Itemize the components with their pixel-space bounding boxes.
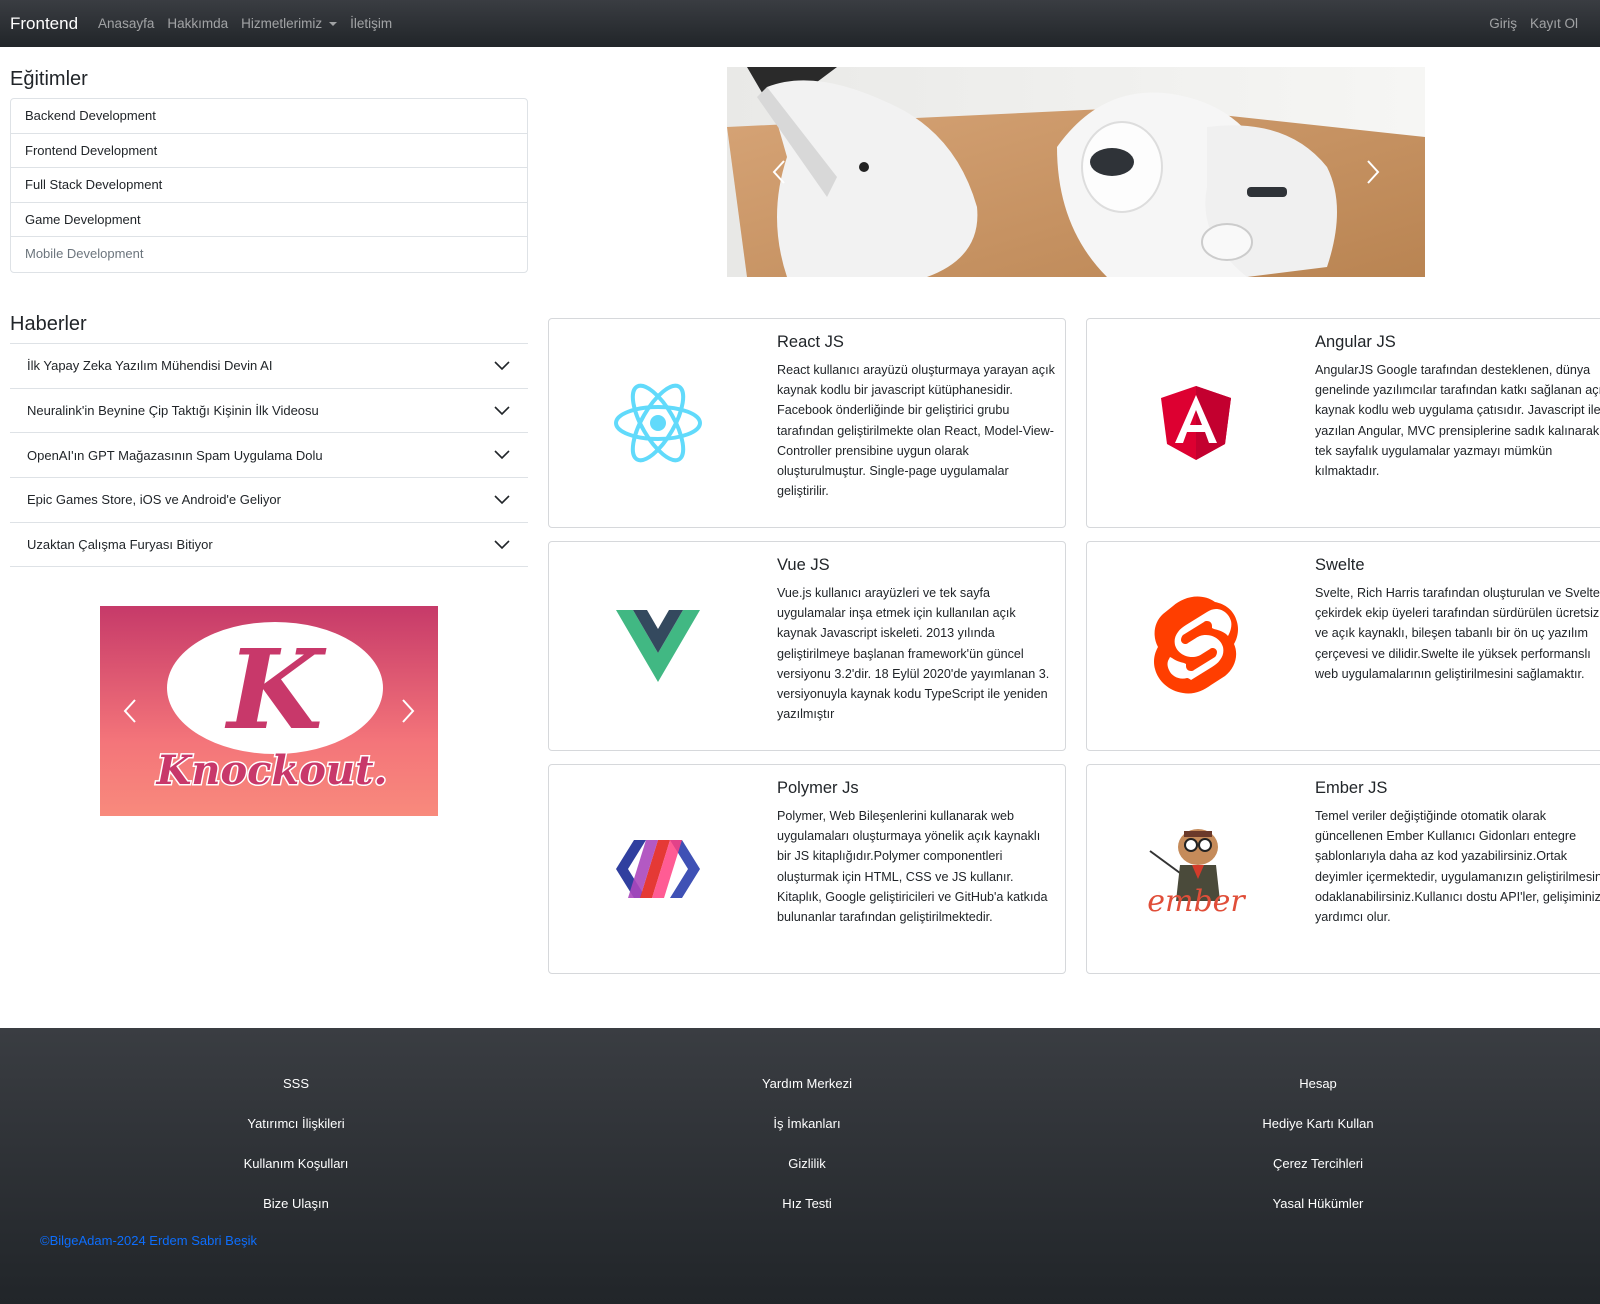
footer-link[interactable]: Gizlilik — [607, 1156, 1007, 1171]
polymer-logo — [549, 765, 767, 973]
footer-link[interactable]: Bize Ulaşın — [96, 1196, 496, 1211]
footer-link[interactable]: Kullanım Koşulları — [96, 1156, 496, 1171]
card-react: React JS React kullanıcı arayüzü oluştur… — [548, 318, 1066, 528]
chevron-down-icon — [494, 450, 510, 460]
card-angular: Angular JS AngularJS Google tarafından d… — [1086, 318, 1600, 528]
chevron-right-icon — [402, 699, 415, 723]
card-title: Ember JS — [1315, 779, 1388, 797]
footer-link[interactable]: Yasal Hükümler — [1118, 1196, 1518, 1211]
accordion-item-label: Uzaktan Çalışma Furyası Bitiyor — [27, 537, 213, 553]
vr-headset-image — [727, 67, 1425, 277]
accordion-item[interactable]: OpenAI'ın GPT Mağazasının Spam Uygulama … — [10, 433, 528, 479]
nav-link-anasayfa[interactable]: Anasayfa — [98, 16, 154, 31]
accordion-item[interactable]: Uzaktan Çalışma Furyası Bitiyor — [10, 523, 528, 568]
react-icon — [614, 383, 702, 463]
chevron-down-icon — [494, 405, 510, 415]
card-svelte: Swelte Svelte, Rich Harris tarafından ol… — [1086, 541, 1600, 751]
react-logo — [549, 319, 767, 527]
svg-text:Knockout.: Knockout. — [156, 747, 388, 794]
egitimler-heading: Eğitimler — [10, 68, 88, 90]
card-title: Vue JS — [777, 556, 830, 574]
card-text: Temel veriler değiştiğinde otomatik olar… — [1315, 809, 1600, 925]
nav-link-kayit-ol[interactable]: Kayıt Ol — [1530, 16, 1578, 31]
egitimler-list: Backend Development Frontend Development… — [10, 98, 528, 273]
chevron-left-icon — [772, 160, 785, 184]
svg-text:K: K — [224, 625, 327, 754]
svelte-icon — [1154, 596, 1238, 694]
navbar-brand[interactable]: Frontend — [10, 14, 78, 34]
nav-dropdown-hizmetlerimiz[interactable]: Hizmetlerimiz — [241, 16, 338, 31]
list-item[interactable]: Backend Development — [11, 99, 527, 134]
vue-logo — [549, 542, 767, 750]
ember-logo: ember — [1087, 765, 1305, 973]
angular-icon — [1161, 386, 1231, 460]
nav-link-hakkimda[interactable]: Hakkımda — [167, 16, 228, 31]
nav-dropdown-label: Hizmetlerimiz — [241, 16, 323, 31]
caret-down-icon — [329, 21, 338, 26]
svg-text:ember: ember — [1147, 884, 1246, 917]
top-carousel — [727, 67, 1425, 277]
accordion-item[interactable]: Neuralink'in Beynine Çip Taktığı Kişinin… — [10, 389, 528, 434]
chevron-left-icon — [123, 699, 136, 723]
vue-icon — [616, 610, 700, 682]
footer-link[interactable]: İş İmkanları — [607, 1116, 1007, 1131]
accordion-item[interactable]: İlk Yapay Zeka Yazılım Mühendisi Devin A… — [10, 344, 528, 389]
footer-link[interactable]: Yatırımcı İlişkileri — [96, 1116, 496, 1131]
polymer-icon — [616, 840, 700, 898]
footer-link[interactable]: Çerez Tercihleri — [1118, 1156, 1518, 1171]
carousel-next-button[interactable] — [1343, 67, 1403, 277]
haberler-heading: Haberler — [10, 313, 87, 335]
accordion-item-label: OpenAI'ın GPT Mağazasının Spam Uygulama … — [27, 447, 323, 463]
navbar: Frontend Anasayfa Hakkımda Hizmetlerimiz… — [0, 0, 1600, 47]
card-ember: ember Ember JS Temel veriler değiştiğind… — [1086, 764, 1600, 974]
footer-link[interactable]: Hız Testi — [607, 1196, 1007, 1211]
card-text: Svelte, Rich Harris tarafından oluşturul… — [1315, 586, 1600, 681]
chevron-down-icon — [494, 361, 510, 370]
list-item[interactable]: Full Stack Development — [11, 168, 527, 203]
copyright-text: ©BilgeAdam-2024 Erdem Sabri Beşik — [40, 1233, 257, 1248]
footer: SSS Yatırımcı İlişkileri Kullanım Koşull… — [0, 1028, 1600, 1304]
svelte-logo — [1087, 542, 1305, 750]
list-item[interactable]: Frontend Development — [11, 134, 527, 168]
card-text: Vue.js kullanıcı arayüzleri ve tek sayfa… — [777, 586, 1050, 722]
chevron-down-icon — [494, 495, 510, 505]
accordion-item-label: İlk Yapay Zeka Yazılım Mühendisi Devin A… — [27, 358, 273, 374]
card-title: React JS — [777, 333, 844, 351]
accordion-item[interactable]: Epic Games Store, iOS ve Android'e Geliy… — [10, 478, 528, 523]
chevron-down-icon — [494, 540, 510, 549]
haberler-accordion: İlk Yapay Zeka Yazılım Mühendisi Devin A… — [10, 343, 528, 568]
list-item[interactable]: Mobile Development — [11, 237, 527, 272]
carousel-next-button[interactable] — [378, 606, 438, 816]
card-title: Swelte — [1315, 556, 1365, 574]
card-vue: Vue JS Vue.js kullanıcı arayüzleri ve te… — [548, 541, 1066, 751]
ember-mascot-icon: ember — [1147, 829, 1246, 917]
footer-link[interactable]: Hediye Kartı Kullan — [1118, 1116, 1518, 1131]
chevron-right-icon — [1367, 160, 1380, 184]
footer-link[interactable]: SSS — [96, 1076, 496, 1091]
accordion-item-label: Neuralink'in Beynine Çip Taktığı Kişinin… — [27, 403, 319, 419]
card-text: Polymer, Web Bileşenlerini kullanarak we… — [777, 809, 1048, 925]
card-title: Polymer Js — [777, 779, 859, 797]
card-text: AngularJS Google tarafından desteklenen,… — [1315, 363, 1600, 479]
knockout-carousel: K Knockout. — [100, 606, 438, 816]
carousel-prev-button[interactable] — [749, 67, 809, 277]
angular-logo — [1087, 319, 1305, 527]
nav-link-giris[interactable]: Giriş — [1489, 16, 1517, 31]
card-polymer: Polymer Js Polymer, Web Bileşenlerini ku… — [548, 764, 1066, 974]
carousel-prev-button[interactable] — [100, 606, 160, 816]
list-item[interactable]: Game Development — [11, 203, 527, 237]
footer-link[interactable]: Yardım Merkezi — [607, 1076, 1007, 1091]
nav-link-iletisim[interactable]: İletişim — [350, 16, 392, 31]
accordion-item-label: Epic Games Store, iOS ve Android'e Geliy… — [27, 492, 281, 508]
card-text: React kullanıcı arayüzü oluşturmaya yara… — [777, 363, 1055, 499]
navbar-right: Giriş Kayıt Ol — [1476, 0, 1578, 47]
footer-link[interactable]: Hesap — [1118, 1076, 1518, 1091]
card-title: Angular JS — [1315, 333, 1396, 351]
